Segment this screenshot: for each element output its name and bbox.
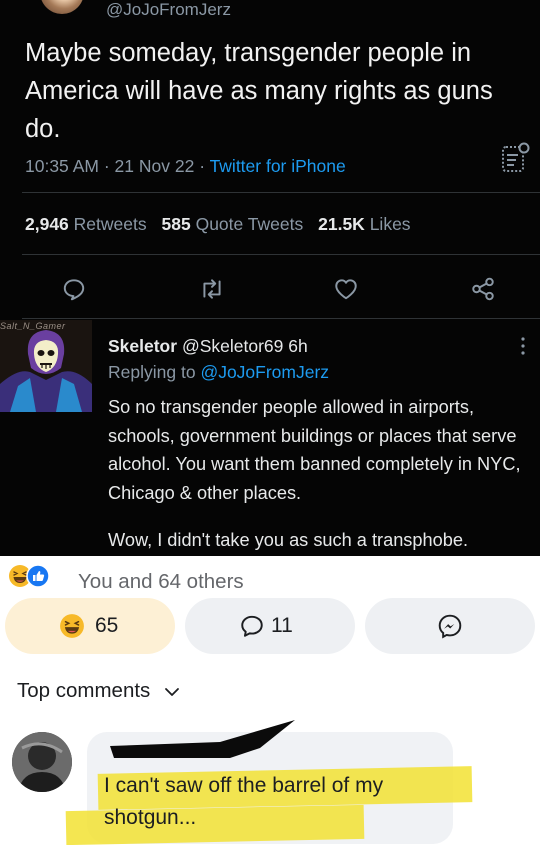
skeletor-avatar[interactable] <box>0 320 92 412</box>
send-in-messenger-button[interactable] <box>365 598 535 654</box>
comment-count: 11 <box>271 614 293 637</box>
tweet-meta: 10:35 AM · 21 Nov 22 · Twitter for iPhon… <box>25 156 346 177</box>
reactions-count-text: You and 64 others <box>78 570 244 593</box>
like-icon[interactable] <box>333 276 359 302</box>
haha-count: 65 <box>95 614 119 637</box>
like-reaction-icon <box>26 564 50 588</box>
haha-reaction-button[interactable]: 65 <box>5 598 175 654</box>
divider <box>22 192 540 193</box>
facebook-post-footer: You and 64 others 65 11 Top comments I c… <box>0 556 540 845</box>
reply-icon[interactable] <box>61 276 87 302</box>
meta-separator: · <box>199 156 206 176</box>
tweet-source[interactable]: Twitter for iPhone <box>210 156 346 176</box>
haha-emoji-icon <box>60 614 84 638</box>
reply-age: 6h <box>288 336 308 356</box>
reply-text: So no transgender people allowed in airp… <box>108 397 521 503</box>
quotes-stat[interactable]: 585 Quote Tweets <box>162 214 304 234</box>
retweet-icon[interactable] <box>199 276 225 302</box>
comment-icon <box>241 615 263 637</box>
tweet-text: Maybe someday, transgender people in Ame… <box>25 39 493 143</box>
top-comments-sort[interactable]: Top comments <box>17 679 180 703</box>
retweets-stat[interactable]: 2,946 Retweets <box>25 214 147 234</box>
likes-stat[interactable]: 21.5K Likes <box>318 214 410 234</box>
replying-to: Replying to @JoJoFromJerz <box>108 362 329 383</box>
reply-author-handle[interactable]: @Skeletor69 <box>182 336 283 356</box>
watermark: Salt_N_Gamer <box>0 321 66 331</box>
analytics-icon[interactable] <box>500 141 530 175</box>
tweet-date: 21 Nov 22 <box>114 156 195 176</box>
tweet-screenshot: @JoJoFromJerz Maybe someday, transgender… <box>0 0 540 556</box>
messenger-icon <box>438 614 462 639</box>
author-handle[interactable]: @JoJoFromJerz <box>106 0 231 20</box>
meta-separator: · <box>103 156 110 176</box>
commenter-avatar[interactable] <box>12 732 72 792</box>
reply-text-last-line: Wow, I didn't take you as such a transph… <box>108 530 469 550</box>
reply-header: Skeletor @Skeletor69 6h <box>108 336 308 357</box>
tweet-stats: 2,946 Retweets 585 Quote Tweets 21.5K Li… <box>25 214 411 235</box>
comment-text: I can't saw off the barrel of my shotgun… <box>104 774 384 829</box>
replying-prefix: Replying to <box>108 362 196 382</box>
divider <box>22 254 540 255</box>
tweet-time: 10:35 AM <box>25 156 99 176</box>
top-comments-label: Top comments <box>17 679 151 702</box>
share-icon[interactable] <box>470 276 496 302</box>
author-avatar[interactable] <box>40 0 84 14</box>
censor-scribble <box>110 720 295 758</box>
comment-button[interactable]: 11 <box>185 598 355 654</box>
more-options-icon[interactable] <box>521 336 525 356</box>
replying-to-handle[interactable]: @JoJoFromJerz <box>200 362 329 382</box>
reply-author-name[interactable]: Skeletor <box>108 336 177 356</box>
divider <box>22 318 540 319</box>
chevron-down-icon <box>165 687 179 696</box>
